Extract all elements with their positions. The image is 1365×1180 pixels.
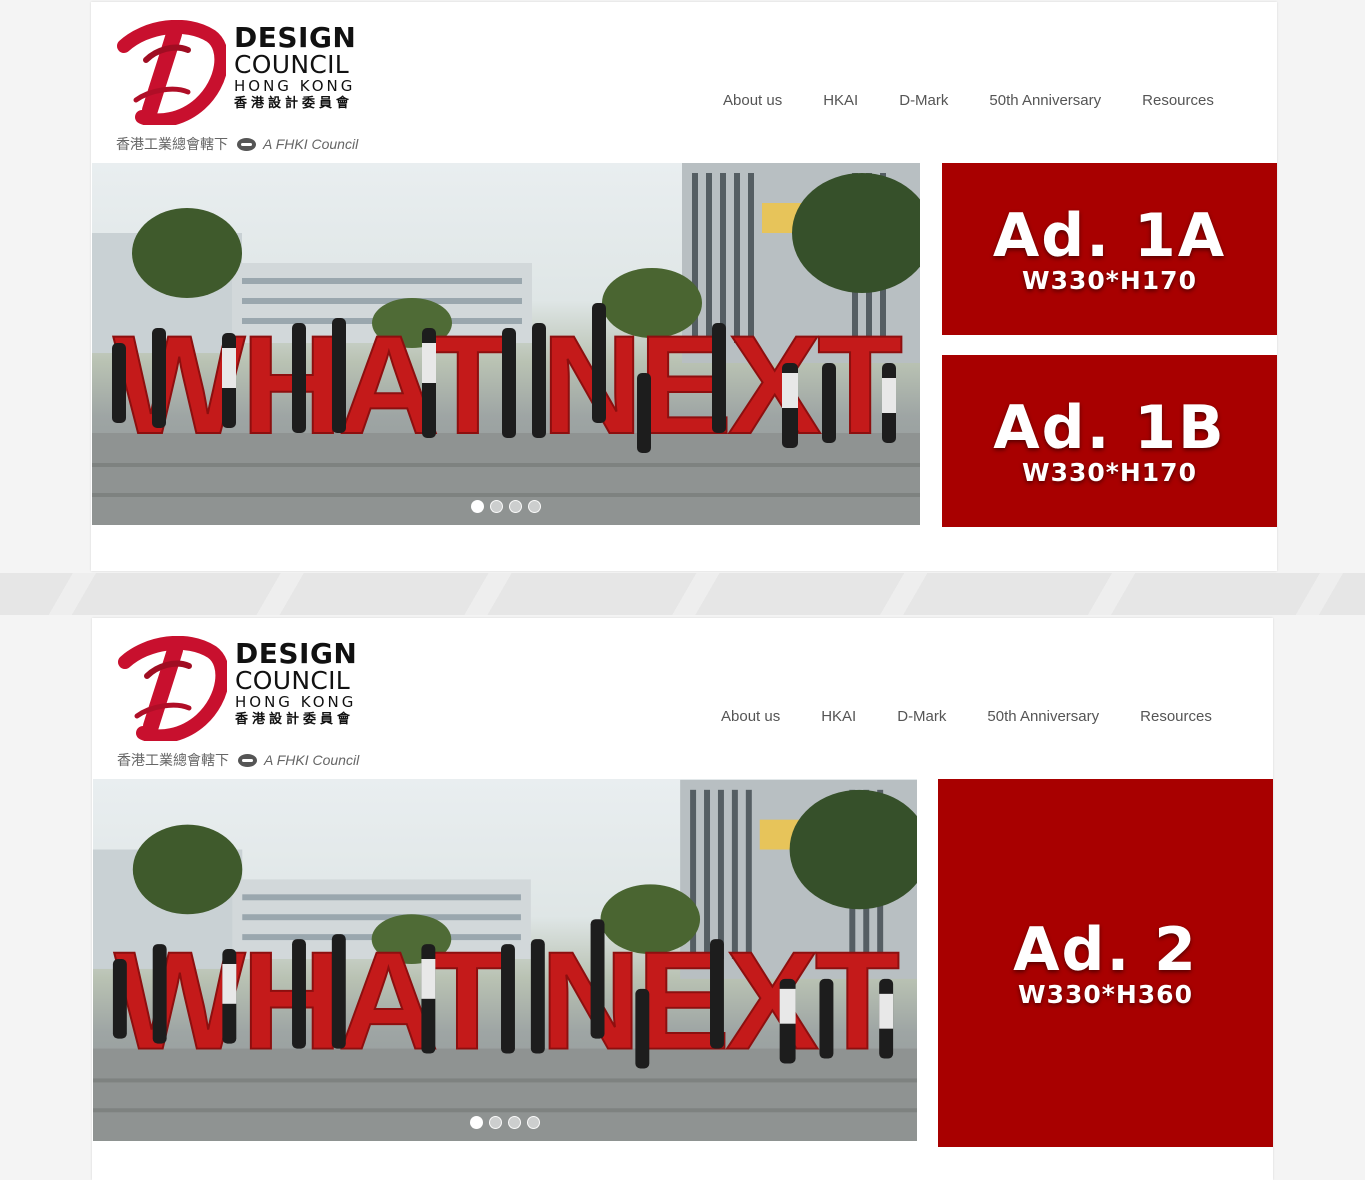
- carousel-dot-2[interactable]: [490, 500, 503, 513]
- ad-slot-1a[interactable]: Ad. 1A W330*H170: [942, 163, 1277, 335]
- nav-50th-anniversary[interactable]: 50th Anniversary: [987, 708, 1099, 725]
- logo-design-text: DESIGN: [234, 21, 357, 54]
- carousel-dot-3[interactable]: [509, 500, 522, 513]
- ad-2-name: Ad. 2: [1013, 914, 1198, 985]
- logo-hongkong-text: HONG KONG: [234, 77, 356, 95]
- fhki-tagline: 香港工業總會轄下 A FHKI Council: [116, 134, 358, 154]
- variant-separator: [0, 573, 1365, 615]
- nav-d-mark[interactable]: D-Mark: [899, 92, 948, 109]
- ad-slot-1b[interactable]: Ad. 1B W330*H170: [942, 355, 1277, 527]
- tagline-chinese: 香港工業總會轄下: [116, 136, 228, 152]
- hero-carousel[interactable]: WHAT NEXT: [93, 779, 917, 1141]
- nav-hkai[interactable]: HKAI: [821, 708, 856, 725]
- design-council-swoosh-icon: [117, 20, 226, 125]
- logo-design-text: DESIGN: [235, 637, 358, 670]
- tagline-english: A FHKI Council: [264, 752, 360, 768]
- logo-hongkong-text: HONG KONG: [235, 693, 357, 711]
- carousel-dot-1[interactable]: [470, 1116, 483, 1129]
- nav-resources[interactable]: Resources: [1140, 708, 1212, 725]
- logo-council-text: COUNCIL: [234, 50, 349, 79]
- logo-council-text: COUNCIL: [235, 666, 350, 695]
- ad-1b-size: W330*H170: [1022, 457, 1197, 487]
- nav-50th-anniversary[interactable]: 50th Anniversary: [989, 92, 1101, 109]
- tagline-chinese: 香港工業總會轄下: [117, 752, 229, 768]
- carousel-pagination: [92, 500, 920, 513]
- layout-variant-1: DESIGN COUNCIL HONG KONG 香港設計委員會 香港工業總會轄…: [91, 2, 1277, 571]
- design-council-swoosh-icon: [118, 636, 227, 741]
- ad-slot-2[interactable]: Ad. 2 W330*H360: [938, 779, 1273, 1147]
- fhki-logo-icon: [238, 753, 257, 767]
- carousel-dot-4[interactable]: [528, 500, 541, 513]
- ad-2-size: W330*H360: [1018, 979, 1193, 1009]
- main-nav: About us HKAI D-Mark 50th Anniversary Re…: [721, 708, 1212, 725]
- design-council-logo[interactable]: DESIGN COUNCIL HONG KONG 香港設計委員會 香港工業總會轄…: [117, 636, 367, 768]
- ad-1a-name: Ad. 1A: [992, 200, 1227, 271]
- nav-resources[interactable]: Resources: [1142, 92, 1214, 109]
- logo-chinese-text: 香港設計委員會: [235, 712, 355, 727]
- carousel-dot-2[interactable]: [489, 1116, 502, 1129]
- design-council-logo[interactable]: DESIGN COUNCIL HONG KONG 香港設計委員會 香港工業總會轄…: [116, 20, 366, 152]
- nav-hkai[interactable]: HKAI: [823, 92, 858, 109]
- fhki-logo-icon: [237, 137, 256, 151]
- nav-about-us[interactable]: About us: [723, 92, 782, 109]
- hero-image: WHAT NEXT: [93, 779, 917, 1141]
- ad-1b-name: Ad. 1B: [993, 392, 1226, 463]
- carousel-dot-4[interactable]: [527, 1116, 540, 1129]
- layout-variant-2: DESIGN COUNCIL HONG KONG 香港設計委員會 香港工業總會轄…: [92, 618, 1273, 1180]
- logo-wordmark: DESIGN COUNCIL HONG KONG 香港設計委員會: [235, 637, 358, 727]
- nav-about-us[interactable]: About us: [721, 708, 780, 725]
- tagline-english: A FHKI Council: [263, 136, 359, 152]
- fhki-tagline: 香港工業總會轄下 A FHKI Council: [117, 750, 359, 770]
- nav-d-mark[interactable]: D-Mark: [897, 708, 946, 725]
- carousel-dot-1[interactable]: [471, 500, 484, 513]
- logo-wordmark: DESIGN COUNCIL HONG KONG 香港設計委員會: [234, 21, 357, 111]
- logo-chinese-text: 香港設計委員會: [234, 96, 354, 111]
- carousel-pagination: [93, 1116, 917, 1129]
- carousel-dot-3[interactable]: [508, 1116, 521, 1129]
- main-nav: About us HKAI D-Mark 50th Anniversary Re…: [723, 92, 1214, 109]
- hero-carousel[interactable]: WHAT NEXT: [92, 163, 920, 525]
- ad-1a-size: W330*H170: [1022, 265, 1197, 295]
- hero-image: WHAT NEXT: [92, 163, 920, 525]
